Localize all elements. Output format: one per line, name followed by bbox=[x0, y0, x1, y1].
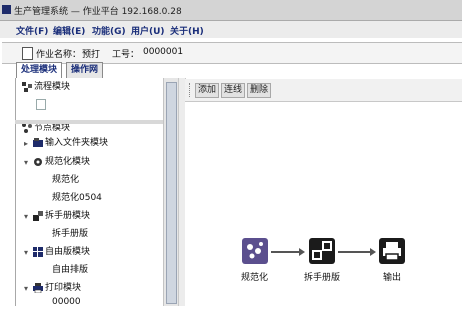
tree-item-label: 拆手册模块 bbox=[45, 211, 91, 221]
tree-item-split-module[interactable]: 拆手册模块 bbox=[33, 209, 90, 223]
collapse-minus-icon[interactable]: ▾ bbox=[24, 159, 29, 167]
menu-user[interactable]: 用户(U) bbox=[131, 24, 165, 37]
module-tree-panel: 流程模块 节点模块 ▸ 输入文件夹模块 ▾ 规范化模块 规范化 规范化0504 … bbox=[15, 78, 164, 309]
tree-item-print-00000[interactable]: 00000 bbox=[52, 295, 81, 309]
workflow-toolbar: 添加 连线 删除 bbox=[185, 79, 462, 102]
normalize-node-icon[interactable] bbox=[242, 238, 268, 264]
tree-item-free-layout-module[interactable]: 自由版模块 bbox=[33, 245, 90, 259]
flow-arrow bbox=[271, 251, 301, 253]
scrollbar-thumb[interactable] bbox=[166, 82, 177, 304]
tree-item-label: 规范化 bbox=[52, 175, 80, 185]
tree-splitter[interactable] bbox=[15, 120, 166, 124]
tree-item-normalize[interactable]: 规范化 bbox=[52, 173, 79, 187]
job-name-label: 作业名称： bbox=[36, 50, 82, 60]
tree-item-normalize-0504[interactable]: 规范化0504 bbox=[52, 191, 102, 205]
tree-item-split-manual[interactable]: 拆手册版 bbox=[52, 227, 88, 241]
gear-icon bbox=[33, 157, 43, 167]
split-node-label: 拆手册版 bbox=[304, 273, 341, 283]
tree-item-normalize-module[interactable]: 规范化模块 bbox=[33, 155, 90, 169]
app-icon bbox=[2, 5, 11, 14]
folder-icon bbox=[33, 137, 43, 148]
menu-about[interactable]: 关于(H) bbox=[170, 24, 204, 37]
tree-item-label: 自由版模块 bbox=[45, 247, 91, 257]
flow-arrow bbox=[338, 251, 372, 253]
add-button[interactable]: 添加 bbox=[195, 83, 220, 98]
menu-file[interactable]: 文件(F) bbox=[16, 24, 48, 37]
grid-icon bbox=[33, 246, 43, 257]
connect-button[interactable]: 连线 bbox=[221, 83, 246, 98]
tree-placeholder-icon bbox=[36, 98, 48, 112]
nodes-icon bbox=[22, 122, 32, 133]
tree-item-input-folder[interactable]: 输入文件夹模块 bbox=[33, 136, 108, 150]
toolbar-grip bbox=[189, 83, 192, 97]
normalize-node-label: 规范化 bbox=[241, 273, 269, 283]
tree-scrollbar[interactable] bbox=[163, 78, 178, 306]
delete-button[interactable]: 删除 bbox=[247, 83, 272, 98]
menu-function[interactable]: 功能(G) bbox=[92, 24, 126, 37]
collapse-minus-icon[interactable]: ▾ bbox=[24, 285, 29, 293]
split-icon bbox=[33, 210, 43, 221]
printer-icon bbox=[33, 282, 43, 293]
tree-item-label: 规范化0504 bbox=[52, 193, 102, 203]
arrowhead-icon bbox=[299, 248, 305, 256]
tree-item-label: 输入文件夹模块 bbox=[45, 138, 109, 148]
tab-operation-net[interactable]: 操作网 bbox=[66, 62, 104, 79]
tree-item-label: 规范化模块 bbox=[45, 157, 91, 167]
expand-plus-icon[interactable]: ▸ bbox=[24, 140, 29, 148]
process-icon bbox=[22, 81, 32, 92]
workflow-canvas[interactable]: 规范化 拆手册版 输出 bbox=[185, 102, 462, 306]
tree-item-label: 打印模块 bbox=[45, 283, 82, 293]
tree-item-process-modules[interactable]: 流程模块 bbox=[22, 80, 70, 94]
arrowhead-icon bbox=[370, 248, 376, 256]
blank-doc-icon bbox=[36, 99, 46, 110]
tree-item-print-module[interactable]: 打印模块 bbox=[33, 281, 81, 295]
tree-item-label: 拆手册版 bbox=[52, 229, 89, 239]
menu-edit[interactable]: 编辑(E) bbox=[53, 24, 85, 37]
collapse-minus-icon[interactable]: ▾ bbox=[24, 249, 29, 257]
collapse-minus-icon[interactable]: ▾ bbox=[24, 213, 29, 221]
menu-bar: 文件(F) 编辑(E) 功能(G) 用户(U) 关于(H) bbox=[0, 21, 462, 38]
window-title: 生产管理系统 — 作业平台 192.168.0.28 bbox=[14, 7, 182, 17]
job-id-value: 0000001 bbox=[143, 47, 184, 57]
job-name-value: 预打 bbox=[82, 50, 101, 60]
tab-processing-modules[interactable]: 处理模块 bbox=[16, 62, 63, 79]
tree-item-label: 流程模块 bbox=[34, 82, 71, 92]
tree-item-free-layout[interactable]: 自由排版 bbox=[52, 263, 88, 277]
tree-item-label: 节点模块 bbox=[34, 123, 71, 133]
split-node-icon[interactable] bbox=[309, 238, 335, 264]
document-icon bbox=[22, 47, 33, 60]
job-info-bar: 作业名称： 预打 工号： 0000001 bbox=[2, 42, 462, 64]
output-node-label: 输出 bbox=[383, 273, 402, 283]
printer-node-icon[interactable] bbox=[379, 238, 405, 264]
title-bar: 生产管理系统 — 作业平台 192.168.0.28 bbox=[0, 0, 462, 21]
job-id-label: 工号： bbox=[112, 50, 140, 60]
tree-item-label: 自由排版 bbox=[52, 265, 89, 275]
